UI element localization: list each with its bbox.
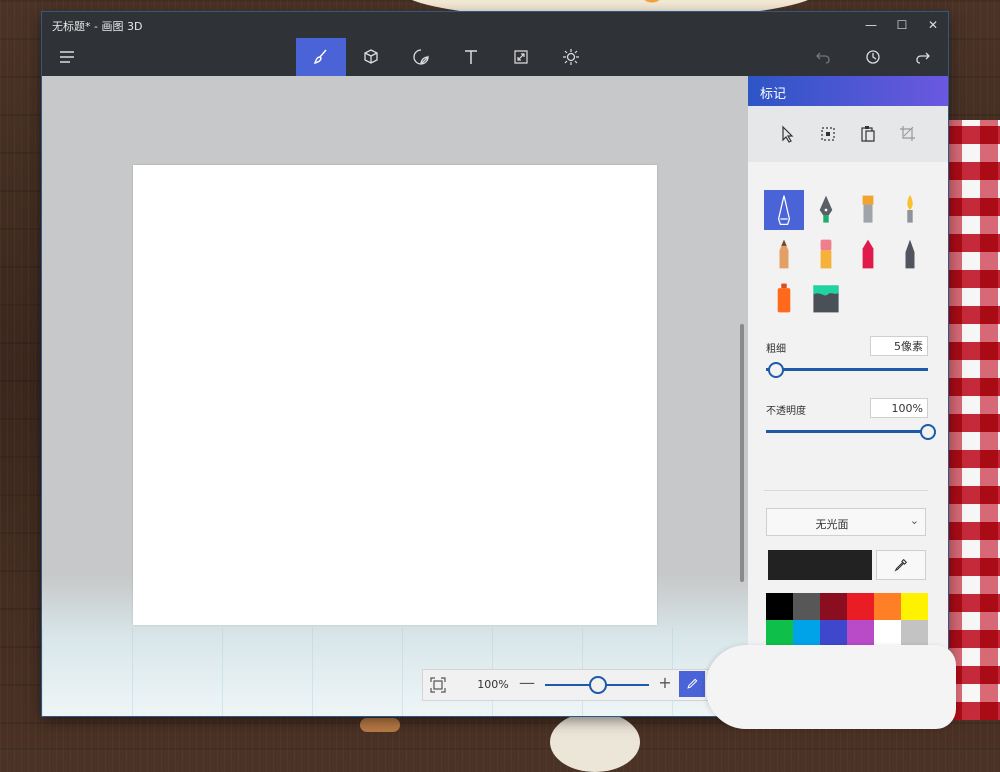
color-swatch[interactable]: [793, 620, 820, 647]
pen-mode-button[interactable]: [679, 671, 705, 697]
brush-grid: [764, 178, 934, 318]
current-color-swatch[interactable]: [768, 550, 872, 580]
drawing-canvas[interactable]: [133, 165, 657, 625]
cube-icon: [364, 49, 378, 64]
finish-dropdown[interactable]: 无光面 ⌄: [766, 508, 926, 536]
eyedropper-icon: [894, 558, 908, 572]
color-swatch[interactable]: [766, 620, 793, 647]
tab-canvas[interactable]: [496, 38, 546, 76]
chevron-down-icon: ⌄: [909, 514, 919, 527]
color-swatch[interactable]: [820, 593, 847, 620]
panel-title: 标记: [760, 87, 787, 102]
opacity-value[interactable]: 100%: [870, 398, 928, 418]
finish-value: 无光面: [815, 518, 849, 531]
vertical-scrollbar[interactable]: [740, 324, 744, 582]
color-swatch[interactable]: [874, 620, 901, 647]
color-swatch[interactable]: [793, 593, 820, 620]
brush-pencil[interactable]: [890, 234, 930, 274]
color-swatch[interactable]: [847, 620, 874, 647]
zoom-slider-thumb[interactable]: [589, 676, 607, 694]
history-button[interactable]: [848, 38, 898, 76]
resize-icon: [514, 50, 528, 64]
selection-tools: [748, 106, 948, 162]
color-swatch[interactable]: [901, 593, 928, 620]
color-swatch[interactable]: [901, 620, 928, 647]
workspace: [42, 76, 748, 716]
thickness-value[interactable]: 5像素: [870, 336, 928, 356]
crayon-icon: [862, 239, 874, 269]
hamburger-icon[interactable]: [42, 38, 92, 76]
screen-overlay: [706, 645, 956, 729]
text-icon: [465, 50, 477, 64]
sun-icon: [563, 49, 579, 65]
zoom-out-button[interactable]: —: [519, 673, 535, 695]
color-swatch[interactable]: [847, 593, 874, 620]
minimize-button[interactable]: —: [856, 12, 886, 38]
zoom-in-button[interactable]: +: [657, 673, 673, 695]
brush-eraser[interactable]: [806, 234, 846, 274]
history-icon: [866, 50, 880, 64]
window-title: 无标题* - 画图 3D: [52, 20, 143, 33]
thickness-label: 粗细: [766, 344, 786, 355]
tab-stickers[interactable]: [396, 38, 446, 76]
tab-text[interactable]: [446, 38, 496, 76]
crop-icon[interactable]: [898, 124, 918, 144]
oil-brush-icon: [862, 195, 874, 223]
pencil-gray-icon: [905, 239, 915, 269]
brush-calligraphy[interactable]: [806, 190, 846, 230]
thickness-slider-track[interactable]: [766, 368, 928, 371]
brush-oil[interactable]: [848, 190, 888, 230]
tab-3d-shapes[interactable]: [346, 38, 396, 76]
fit-screen-icon[interactable]: [429, 676, 447, 694]
fountain-pen-icon: [819, 195, 833, 223]
panel-header: 标记: [748, 76, 948, 106]
paint-bucket-icon: [813, 285, 839, 313]
brush-fill[interactable]: [806, 278, 846, 318]
paste-icon[interactable]: [858, 124, 878, 144]
brush-marker[interactable]: [764, 190, 804, 230]
marker-icon: [777, 195, 791, 226]
pen-icon: [687, 678, 698, 689]
color-swatch[interactable]: [766, 593, 793, 620]
background-tablecloth: [944, 120, 1000, 720]
background-spoon: [360, 718, 400, 732]
main-toolbar: [42, 38, 948, 76]
background-plate: [550, 712, 640, 772]
color-swatch[interactable]: [874, 593, 901, 620]
brush-pixel-pen[interactable]: [764, 234, 804, 274]
tab-effects[interactable]: [546, 38, 596, 76]
watercolor-brush-icon: [907, 194, 913, 223]
brush-spray-can[interactable]: [764, 278, 804, 318]
redo-icon: [916, 52, 930, 64]
opacity-label: 不透明度: [766, 406, 806, 417]
panel-divider: [764, 490, 928, 491]
opacity-slider-thumb[interactable]: [920, 424, 936, 440]
undo-icon: [816, 52, 830, 64]
redo-button[interactable]: [898, 38, 948, 76]
pencil-icon: [779, 239, 789, 269]
paint3d-window: 无标题* - 画图 3D — ☐ ✕ 100% — + 标记 粗细 5像素 不透…: [42, 12, 948, 716]
eyedropper-button[interactable]: [876, 550, 926, 580]
tab-brushes[interactable]: [296, 38, 346, 76]
thickness-slider-thumb[interactable]: [768, 362, 785, 378]
brush-watercolor[interactable]: [890, 190, 930, 230]
opacity-slider-track[interactable]: [766, 430, 928, 433]
zoom-percentage: 100%: [477, 678, 509, 691]
title-bar: 无标题* - 画图 3D — ☐ ✕: [42, 12, 948, 38]
eraser-icon: [820, 239, 832, 269]
brush-icon: [313, 49, 327, 65]
sticker-icon: [413, 49, 429, 65]
zoom-bar: 100% — +: [422, 669, 710, 701]
spray-can-icon: [777, 283, 791, 313]
color-swatch[interactable]: [820, 620, 847, 647]
undo-button[interactable]: [798, 38, 848, 76]
cursor-icon[interactable]: [778, 124, 798, 144]
side-panel: 标记 粗细 5像素 不透明度 100% 无光面 ⌄: [748, 76, 948, 716]
close-button[interactable]: ✕: [918, 12, 948, 38]
maximize-button[interactable]: ☐: [887, 12, 917, 38]
select-icon[interactable]: [818, 124, 838, 144]
brush-crayon[interactable]: [848, 234, 888, 274]
